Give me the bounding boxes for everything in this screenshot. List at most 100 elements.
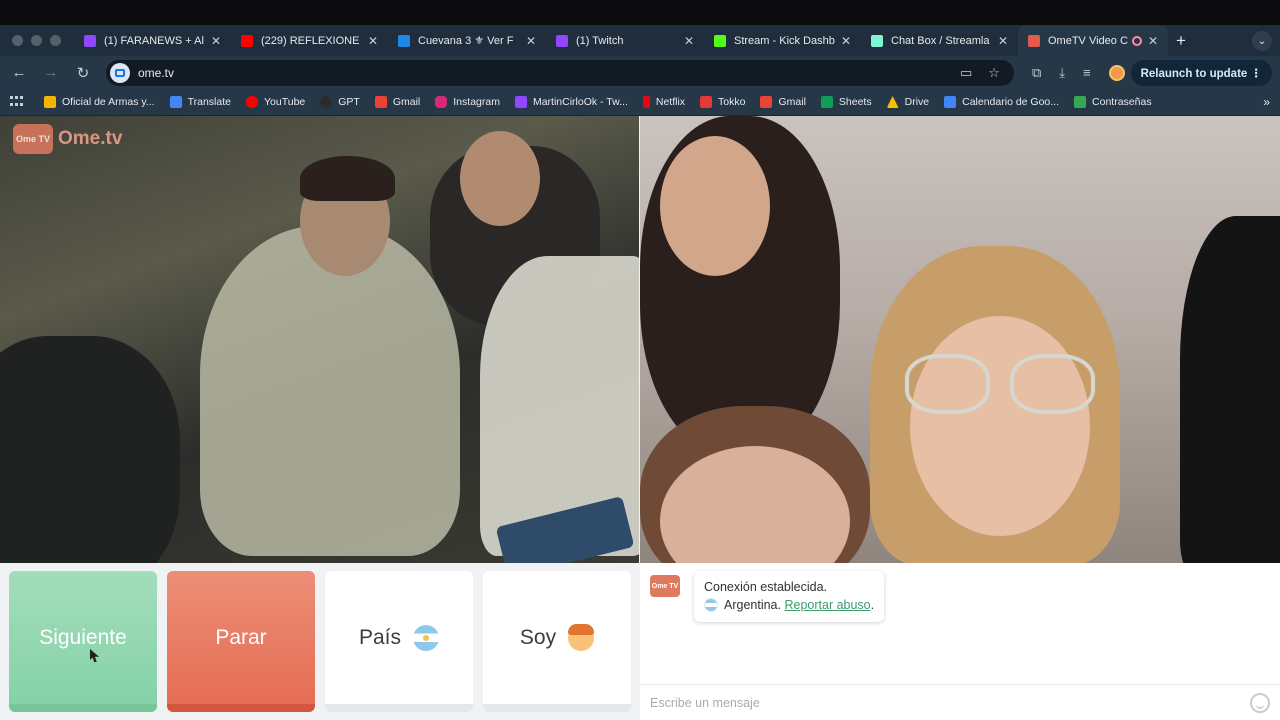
bookmark-item[interactable]: Oficial de Armas y... — [44, 96, 155, 108]
bookmark-item[interactable]: Contraseñas — [1074, 96, 1152, 108]
recording-icon — [1131, 35, 1142, 46]
bookmark-item[interactable]: Gmail — [760, 96, 806, 108]
passwords-icon — [1074, 96, 1087, 108]
bookmark-label: Netflix — [655, 96, 686, 108]
close-window-icon[interactable] — [12, 35, 23, 46]
bookmark-item[interactable]: MartinCirloOk - Tw... — [514, 96, 628, 108]
download-icon[interactable]: ⤓ — [1059, 65, 1065, 81]
close-tab-icon[interactable]: ✕ — [998, 34, 1008, 48]
bookmark-item[interactable]: Instagram — [435, 96, 500, 108]
extensions-icon[interactable]: ⧉ — [1032, 65, 1041, 81]
bookmark-item[interactable]: GPT — [320, 96, 360, 108]
bookmark-item[interactable]: Sheets — [820, 96, 872, 108]
bookmark-star-icon[interactable]: ☆ — [988, 65, 1000, 81]
boy-avatar-icon — [568, 623, 595, 651]
bookmark-label: Instagram — [453, 96, 500, 108]
bookmark-label: Oficial de Armas y... — [62, 96, 155, 108]
kick-icon — [714, 34, 726, 47]
connection-status: Conexión establecida. — [704, 580, 827, 594]
tab-bar: (1) FARANEWS + Al ✕ (229) REFLEXIONE ✕ C… — [0, 25, 1280, 56]
maximize-window-icon[interactable] — [50, 35, 61, 46]
back-icon[interactable]: ← — [8, 64, 30, 81]
site-info-icon[interactable] — [110, 62, 130, 83]
armas-icon — [44, 96, 56, 108]
bookmark-item[interactable]: Calendario de Goo... — [944, 96, 1059, 108]
emoji-icon[interactable] — [1250, 692, 1270, 713]
youtube-icon — [241, 34, 253, 47]
close-tab-icon[interactable]: ✕ — [211, 34, 221, 48]
gender-select-button[interactable]: Soy — [483, 571, 631, 712]
bookmark-label: YouTube — [263, 96, 306, 108]
partner-country: Argentina. — [724, 598, 781, 612]
translate-icon — [169, 96, 182, 108]
tab-title: Chat Box / Streamla — [891, 34, 990, 47]
tab-twitch[interactable]: (1) Twitch ✕ — [546, 25, 704, 56]
tab-ometv[interactable]: OmeTV Video C ✕ — [1018, 25, 1168, 56]
youtube-icon — [245, 96, 258, 108]
gender-button-label: Soy — [519, 625, 557, 649]
new-tab-icon[interactable]: + — [1176, 31, 1186, 51]
openai-icon — [320, 96, 333, 108]
gmail-icon — [374, 96, 387, 108]
bookmark-item[interactable]: Drive — [886, 96, 930, 108]
bookmark-label: Calendario de Goo... — [962, 96, 1060, 108]
drive-icon — [886, 96, 899, 108]
apps-grid-icon[interactable] — [10, 96, 24, 108]
system-message: Conexión establecida. Argentina. Reporta… — [694, 571, 885, 622]
url-text[interactable]: ome.tv — [138, 66, 174, 80]
next-button[interactable]: Siguiente — [9, 571, 157, 712]
ometv-chat-icon: Ome TV — [650, 575, 680, 597]
media-controls-icon[interactable]: ≡ — [1083, 65, 1091, 80]
tab-title: OmeTV Video C — [1048, 34, 1128, 47]
forward-icon[interactable]: → — [40, 64, 62, 81]
country-filter-button[interactable]: País — [325, 571, 473, 712]
cuevana-icon — [398, 34, 410, 47]
bookmark-item[interactable]: YouTube — [245, 96, 306, 108]
close-tab-icon[interactable]: ✕ — [1148, 34, 1158, 48]
bookmark-item[interactable]: Translate — [169, 96, 231, 108]
bookmark-item[interactable]: Tokko — [700, 96, 745, 108]
ometv-logo: Ome TV Ome.tv — [13, 124, 122, 154]
remote-video — [640, 116, 1280, 563]
report-abuse-link[interactable]: Reportar abuso — [784, 596, 870, 614]
bookmark-item[interactable]: Gmail — [374, 96, 420, 108]
tab-chatbox[interactable]: Chat Box / Streamla ✕ — [861, 25, 1018, 56]
cast-icon[interactable]: ▭ — [960, 65, 972, 81]
more-bookmarks-icon[interactable]: » — [1263, 95, 1270, 109]
tab-search-icon[interactable]: ⌄ — [1252, 31, 1272, 51]
bookmark-label: Sheets — [838, 96, 872, 108]
window-controls — [0, 35, 74, 46]
reload-icon[interactable]: ↻ — [72, 64, 94, 82]
address-bar[interactable]: ome.tv ▭ ☆ — [106, 59, 1014, 86]
close-tab-icon[interactable]: ✕ — [841, 34, 851, 48]
minimize-window-icon[interactable] — [31, 35, 42, 46]
browser-toolbar: ← → ↻ ome.tv ▭ ☆ ⧉ ⤓ ≡ Relaunch to updat… — [0, 56, 1280, 89]
tab-kick[interactable]: Stream - Kick Dashb ✕ — [704, 25, 861, 56]
bookmark-label: Contraseñas — [1092, 96, 1152, 108]
bookmarks-bar: Oficial de Armas y... Translate YouTube … — [0, 89, 1280, 116]
calendar-icon — [944, 96, 957, 108]
tab-title: (229) REFLEXIONE — [261, 34, 360, 47]
relaunch-button[interactable]: Relaunch to update ⋮ — [1130, 59, 1272, 86]
message-input[interactable] — [650, 695, 1250, 710]
bookmark-label: MartinCirloOk - Tw... — [532, 96, 628, 108]
close-tab-icon[interactable]: ✕ — [526, 34, 536, 48]
bookmark-label: Gmail — [778, 96, 806, 108]
argentina-flag-icon — [704, 598, 718, 612]
tab-cuevana[interactable]: Cuevana 3 ⚜ Ver F ✕ — [388, 25, 546, 56]
close-tab-icon[interactable]: ✕ — [684, 34, 694, 48]
tab-faranews[interactable]: (1) FARANEWS + Al ✕ — [74, 25, 231, 56]
profile-avatar[interactable] — [1108, 64, 1125, 81]
stop-button[interactable]: Parar — [167, 571, 315, 712]
bookmark-label: Drive — [904, 96, 930, 108]
chat-panel: Ome TV Conexión establecida. Argentina. … — [640, 563, 1280, 720]
tab-title: (1) Twitch — [576, 34, 624, 47]
tab-reflexiones[interactable]: (229) REFLEXIONE ✕ — [231, 25, 388, 56]
bookmark-item[interactable]: Netflix — [642, 96, 686, 108]
tab-title: Stream - Kick Dashb — [734, 34, 835, 47]
twitch-icon — [514, 96, 527, 108]
ometv-icon — [1028, 34, 1040, 47]
message-composer — [640, 684, 1280, 720]
twitch-icon — [84, 34, 96, 47]
close-tab-icon[interactable]: ✕ — [368, 34, 378, 48]
